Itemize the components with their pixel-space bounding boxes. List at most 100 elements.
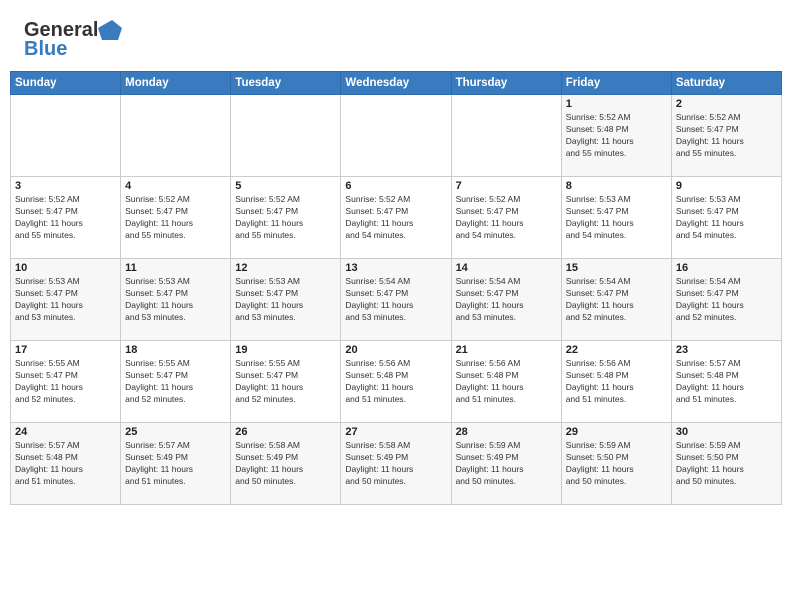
day-number: 9	[676, 180, 777, 192]
calendar-cell: 5 Sunrise: 5:52 AM Sunset: 5:47 PM Daylig…	[231, 177, 341, 259]
day-info: Sunrise: 5:58 AM Sunset: 5:49 PM Dayligh…	[345, 440, 446, 488]
day-info: Sunrise: 5:59 AM Sunset: 5:49 PM Dayligh…	[456, 440, 557, 488]
header: GeneralBlue	[0, 0, 792, 71]
day-number: 3	[15, 180, 116, 192]
day-info: Sunrise: 5:52 AM Sunset: 5:48 PM Dayligh…	[566, 112, 667, 160]
weekday-header-row: SundayMondayTuesdayWednesdayThursdayFrid…	[11, 72, 782, 95]
calendar-cell: 15 Sunrise: 5:54 AM Sunset: 5:47 PM Dayli…	[561, 259, 671, 341]
day-number: 18	[125, 344, 226, 356]
calendar-cell: 7 Sunrise: 5:52 AM Sunset: 5:47 PM Daylig…	[451, 177, 561, 259]
calendar-cell: 3 Sunrise: 5:52 AM Sunset: 5:47 PM Daylig…	[11, 177, 121, 259]
calendar-cell: 25Sunrise: 5:57 AM Sunset: 5:49 PM Dayli…	[121, 423, 231, 505]
day-number: 26	[235, 426, 336, 438]
day-number: 4	[125, 180, 226, 192]
calendar-cell: 19 Sunrise: 5:55 AM Sunset: 5:47 PM Dayli…	[231, 341, 341, 423]
day-number: 28	[456, 426, 557, 438]
day-number: 5	[235, 180, 336, 192]
day-number: 12	[235, 262, 336, 274]
day-number: 17	[15, 344, 116, 356]
day-number: 19	[235, 344, 336, 356]
calendar-container: SundayMondayTuesdayWednesdayThursdayFrid…	[0, 71, 792, 612]
day-info: Sunrise: 5:53 AM Sunset: 5:47 PM Dayligh…	[15, 276, 116, 324]
day-info: Sunrise: 5:52 AM Sunset: 5:47 PM Dayligh…	[456, 194, 557, 242]
day-info: Sunrise: 5:56 AM Sunset: 5:48 PM Dayligh…	[345, 358, 446, 406]
calendar-cell: 27 Sunrise: 5:58 AM Sunset: 5:49 PM Dayli…	[341, 423, 451, 505]
day-info: Sunrise: 5:53 AM Sunset: 5:47 PM Dayligh…	[566, 194, 667, 242]
weekday-header-thursday: Thursday	[451, 72, 561, 95]
calendar-cell: 13 Sunrise: 5:54 AM Sunset: 5:47 PM Dayli…	[341, 259, 451, 341]
calendar-cell: 14 Sunrise: 5:54 AM Sunset: 5:47 PM Dayli…	[451, 259, 561, 341]
calendar-cell	[341, 95, 451, 177]
calendar-cell: 9 Sunrise: 5:53 AM Sunset: 5:47 PM Daylig…	[671, 177, 781, 259]
day-info: Sunrise: 5:54 AM Sunset: 5:47 PM Dayligh…	[566, 276, 667, 324]
day-number: 15	[566, 262, 667, 274]
calendar-cell: 24 Sunrise: 5:57 AM Sunset: 5:48 PM Dayli…	[11, 423, 121, 505]
day-info: Sunrise: 5:55 AM Sunset: 5:47 PM Dayligh…	[125, 358, 226, 406]
calendar-cell: 29Sunrise: 5:59 AM Sunset: 5:50 PM Dayli…	[561, 423, 671, 505]
weekday-header-tuesday: Tuesday	[231, 72, 341, 95]
calendar-cell	[11, 95, 121, 177]
day-info: Sunrise: 5:55 AM Sunset: 5:47 PM Dayligh…	[235, 358, 336, 406]
calendar-table: SundayMondayTuesdayWednesdayThursdayFrid…	[10, 71, 782, 505]
weekday-header-sunday: Sunday	[11, 72, 121, 95]
calendar-cell: 16 Sunrise: 5:54 AM Sunset: 5:47 PM Dayli…	[671, 259, 781, 341]
calendar-cell: 30 Sunrise: 5:59 AM Sunset: 5:50 PM Dayli…	[671, 423, 781, 505]
day-info: Sunrise: 5:57 AM Sunset: 5:48 PM Dayligh…	[15, 440, 116, 488]
day-info: Sunrise: 5:55 AM Sunset: 5:47 PM Dayligh…	[15, 358, 116, 406]
day-number: 20	[345, 344, 446, 356]
day-info: Sunrise: 5:52 AM Sunset: 5:47 PM Dayligh…	[345, 194, 446, 242]
calendar-cell: 22Sunrise: 5:56 AM Sunset: 5:48 PM Dayli…	[561, 341, 671, 423]
day-info: Sunrise: 5:52 AM Sunset: 5:47 PM Dayligh…	[676, 112, 777, 160]
day-info: Sunrise: 5:52 AM Sunset: 5:47 PM Dayligh…	[15, 194, 116, 242]
day-number: 8	[566, 180, 667, 192]
day-number: 1	[566, 98, 667, 110]
calendar-cell: 26 Sunrise: 5:58 AM Sunset: 5:49 PM Dayli…	[231, 423, 341, 505]
day-number: 30	[676, 426, 777, 438]
day-info: Sunrise: 5:52 AM Sunset: 5:47 PM Dayligh…	[125, 194, 226, 242]
calendar-cell: 2 Sunrise: 5:52 AM Sunset: 5:47 PM Daylig…	[671, 95, 781, 177]
day-number: 22	[566, 344, 667, 356]
day-number: 7	[456, 180, 557, 192]
weekday-header-saturday: Saturday	[671, 72, 781, 95]
day-info: Sunrise: 5:59 AM Sunset: 5:50 PM Dayligh…	[676, 440, 777, 488]
day-info: Sunrise: 5:58 AM Sunset: 5:49 PM Dayligh…	[235, 440, 336, 488]
day-number: 13	[345, 262, 446, 274]
day-info: Sunrise: 5:59 AM Sunset: 5:50 PM Dayligh…	[566, 440, 667, 488]
calendar-cell	[231, 95, 341, 177]
calendar-week-row: 24 Sunrise: 5:57 AM Sunset: 5:48 PM Dayli…	[11, 423, 782, 505]
day-number: 27	[345, 426, 446, 438]
day-info: Sunrise: 5:53 AM Sunset: 5:47 PM Dayligh…	[125, 276, 226, 324]
calendar-cell: 11Sunrise: 5:53 AM Sunset: 5:47 PM Dayli…	[121, 259, 231, 341]
day-info: Sunrise: 5:57 AM Sunset: 5:49 PM Dayligh…	[125, 440, 226, 488]
calendar-cell	[121, 95, 231, 177]
day-number: 24	[15, 426, 116, 438]
calendar-cell: 17 Sunrise: 5:55 AM Sunset: 5:47 PM Dayli…	[11, 341, 121, 423]
day-number: 21	[456, 344, 557, 356]
day-number: 23	[676, 344, 777, 356]
calendar-cell: 28 Sunrise: 5:59 AM Sunset: 5:49 PM Dayli…	[451, 423, 561, 505]
day-info: Sunrise: 5:53 AM Sunset: 5:47 PM Dayligh…	[235, 276, 336, 324]
calendar-week-row: 17 Sunrise: 5:55 AM Sunset: 5:47 PM Dayli…	[11, 341, 782, 423]
day-number: 16	[676, 262, 777, 274]
calendar-cell: 1 Sunrise: 5:52 AM Sunset: 5:48 PM Daylig…	[561, 95, 671, 177]
day-info: Sunrise: 5:52 AM Sunset: 5:47 PM Dayligh…	[235, 194, 336, 242]
calendar-cell: 4 Sunrise: 5:52 AM Sunset: 5:47 PM Daylig…	[121, 177, 231, 259]
calendar-cell: 12 Sunrise: 5:53 AM Sunset: 5:47 PM Dayli…	[231, 259, 341, 341]
calendar-week-row: 3 Sunrise: 5:52 AM Sunset: 5:47 PM Daylig…	[11, 177, 782, 259]
day-info: Sunrise: 5:54 AM Sunset: 5:47 PM Dayligh…	[456, 276, 557, 324]
calendar-cell	[451, 95, 561, 177]
calendar-week-row: 10Sunrise: 5:53 AM Sunset: 5:47 PM Dayli…	[11, 259, 782, 341]
logo: GeneralBlue	[24, 18, 122, 61]
calendar-cell: 6Sunrise: 5:52 AM Sunset: 5:47 PM Daylig…	[341, 177, 451, 259]
weekday-header-wednesday: Wednesday	[341, 72, 451, 95]
calendar-cell: 18 Sunrise: 5:55 AM Sunset: 5:47 PM Dayli…	[121, 341, 231, 423]
day-info: Sunrise: 5:57 AM Sunset: 5:48 PM Dayligh…	[676, 358, 777, 406]
calendar-cell: 10Sunrise: 5:53 AM Sunset: 5:47 PM Dayli…	[11, 259, 121, 341]
logo-icon	[98, 18, 122, 42]
day-number: 2	[676, 98, 777, 110]
day-info: Sunrise: 5:56 AM Sunset: 5:48 PM Dayligh…	[456, 358, 557, 406]
day-info: Sunrise: 5:54 AM Sunset: 5:47 PM Dayligh…	[345, 276, 446, 324]
day-info: Sunrise: 5:54 AM Sunset: 5:47 PM Dayligh…	[676, 276, 777, 324]
day-number: 14	[456, 262, 557, 274]
day-info: Sunrise: 5:53 AM Sunset: 5:47 PM Dayligh…	[676, 194, 777, 242]
